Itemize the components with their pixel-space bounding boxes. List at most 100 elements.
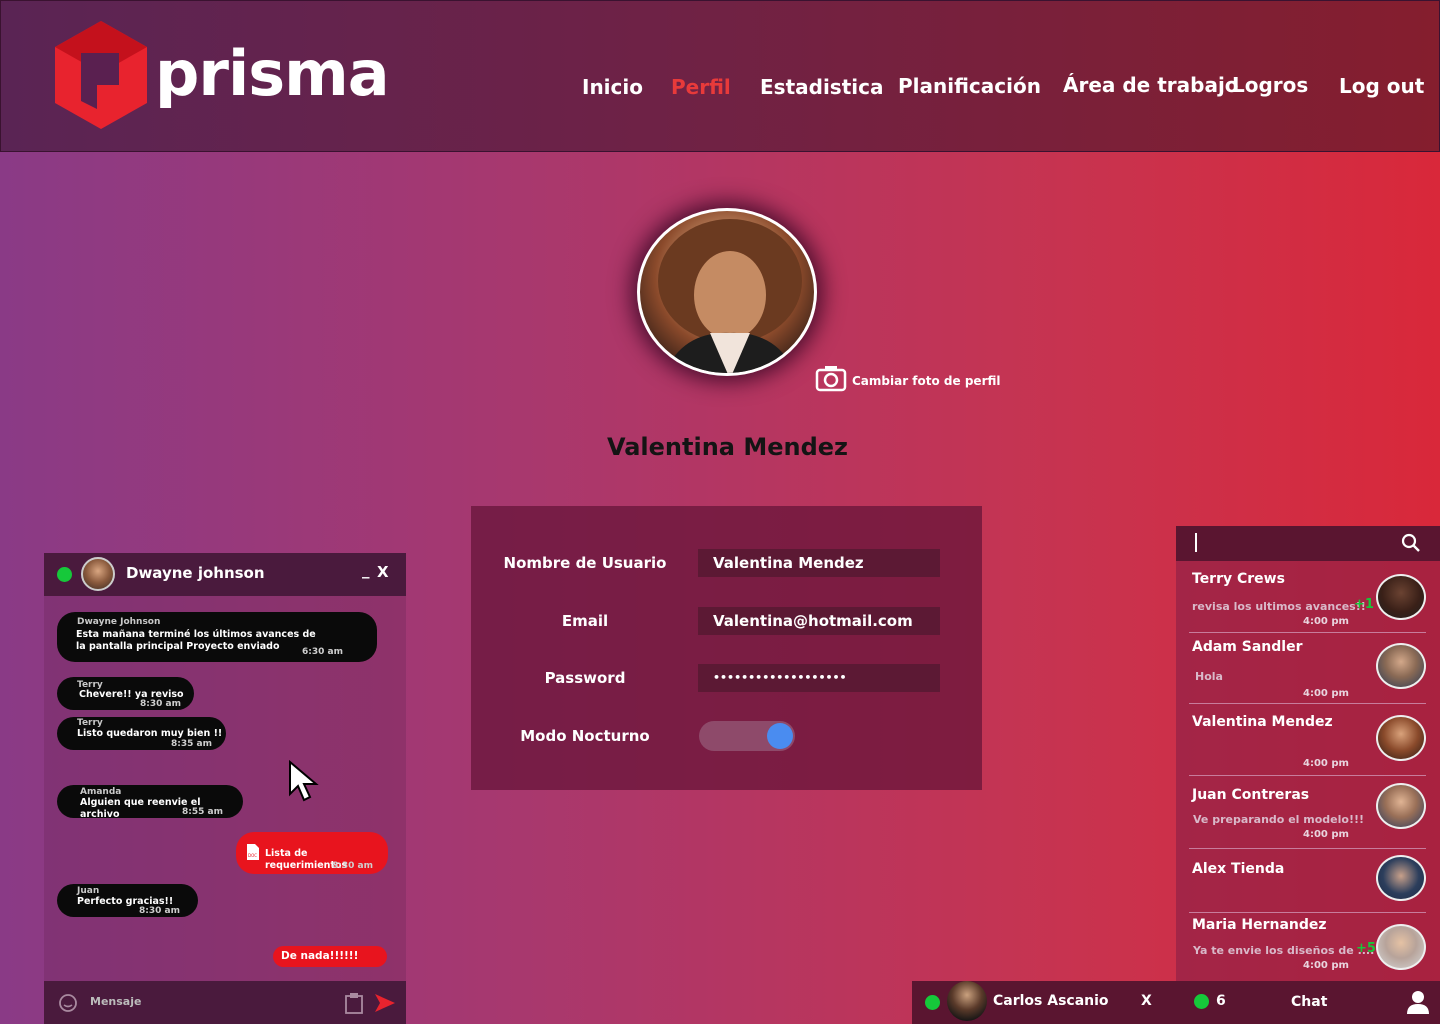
chat-contact-name: Dwayne johnson xyxy=(126,564,265,582)
message-time: 8:30 am xyxy=(332,861,373,871)
message-bubble: Terry Listo quedaron muy bien !! 8:35 am xyxy=(57,717,226,750)
nav-estadistica[interactable]: Estadistica xyxy=(760,75,883,105)
chat-contact-avatar xyxy=(81,557,115,591)
chat-tab-name: Carlos Ascanio xyxy=(993,993,1109,1009)
profile-avatar xyxy=(637,208,817,376)
contact-avatar xyxy=(1376,783,1426,829)
profile-name: Valentina Mendez xyxy=(606,433,849,461)
message-bubble: Terry Chevere!! ya reviso 8:30 am xyxy=(57,677,194,710)
nav-planificacion[interactable]: Planificación xyxy=(898,74,1041,104)
contact-time: 4:00 pm xyxy=(1303,960,1349,971)
prisma-logo-icon xyxy=(55,21,147,129)
close-chat-tab-button[interactable]: X xyxy=(1141,993,1152,1009)
nav-area-de-trabajo[interactable]: Área de trabajo xyxy=(1063,73,1239,103)
message-text: Esta mañana terminé los últimos avances … xyxy=(76,629,316,652)
message-sender: Juan xyxy=(77,886,100,896)
username-label: Nombre de Usuario xyxy=(503,554,667,572)
chat-status-bar[interactable]: 6 Chat xyxy=(1176,981,1440,1024)
message-input[interactable]: Mensaje xyxy=(90,995,141,1008)
open-chat-tab[interactable]: Carlos Ascanio X xyxy=(912,981,1176,1024)
contact-item[interactable]: Alex Tienda xyxy=(1176,849,1440,911)
online-status-icon xyxy=(57,567,72,582)
contact-search[interactable] xyxy=(1176,526,1440,561)
own-message-bubble[interactable]: DOC Lista de requerimientos 8:30 am xyxy=(236,832,388,874)
contact-item[interactable]: Juan Contreras Ve preparando el modelo!!… xyxy=(1176,776,1440,846)
chat-window: Dwayne johnson _ X Dwayne Johnson Esta m… xyxy=(44,553,406,1024)
text-caret xyxy=(1195,533,1197,552)
toggle-knob xyxy=(767,723,793,749)
contact-avatar xyxy=(1376,855,1426,901)
message-sender: Terry xyxy=(77,718,103,728)
message-time: 8:35 am xyxy=(171,739,212,749)
message-text: De nada!!!!!! xyxy=(281,950,359,962)
brand-name: prisma xyxy=(155,37,390,110)
message-bubble: Dwayne Johnson Esta mañana terminé los ú… xyxy=(57,612,377,662)
minimize-button[interactable]: _ xyxy=(362,561,370,579)
doc-file-icon: DOC xyxy=(247,844,259,860)
contact-last-message: Ve preparando el modelo!!! xyxy=(1193,813,1364,826)
contact-time: 4:00 pm xyxy=(1303,616,1349,627)
contact-item[interactable]: Adam Sandler Hola 4:00 pm xyxy=(1176,633,1440,705)
nav-inicio[interactable]: Inicio xyxy=(582,75,643,105)
contact-name: Adam Sandler xyxy=(1192,639,1303,655)
message-bubble: Amanda Alguien que reenvie el archivo 8:… xyxy=(57,785,243,820)
message-sender: Amanda xyxy=(80,787,122,797)
send-icon[interactable] xyxy=(374,993,396,1013)
contact-last-message: revisa los ultimos avances!! xyxy=(1192,600,1366,613)
message-time: 8:30 am xyxy=(139,906,180,916)
emoji-icon[interactable] xyxy=(58,993,78,1013)
contact-item[interactable]: Valentina Mendez 4:00 pm xyxy=(1176,704,1440,774)
chat-tab-avatar xyxy=(947,981,987,1021)
contact-name: Valentina Mendez xyxy=(1192,714,1333,730)
unread-count: +1 xyxy=(1354,597,1374,612)
password-field[interactable]: ••••••••••••••••••• xyxy=(698,664,940,692)
contact-avatar xyxy=(1376,643,1426,689)
contact-avatar xyxy=(1376,924,1426,970)
message-time: 8:55 am xyxy=(182,807,223,817)
online-status-icon xyxy=(925,995,940,1010)
nav-logout[interactable]: Log out xyxy=(1339,74,1424,104)
camera-icon[interactable] xyxy=(815,364,847,392)
search-icon[interactable] xyxy=(1401,533,1421,553)
contact-name: Maria Hernandez xyxy=(1192,917,1327,933)
night-mode-label: Modo Nocturno xyxy=(520,727,650,745)
password-label: Password xyxy=(544,669,626,687)
contact-item[interactable]: Terry Crews revisa los ultimos avances!!… xyxy=(1176,561,1440,631)
contact-avatar xyxy=(1376,715,1426,761)
chat-label: Chat xyxy=(1291,994,1328,1010)
message-time: 6:30 am xyxy=(302,647,343,657)
contact-time: 4:00 pm xyxy=(1303,829,1349,840)
nav-perfil[interactable]: Perfil xyxy=(671,75,731,105)
online-status-icon xyxy=(1194,994,1209,1009)
email-field[interactable]: Valentina@hotmail.com xyxy=(698,607,940,635)
nav-logros[interactable]: Logros xyxy=(1232,73,1308,103)
contact-last-message: Ya te envie los diseños de .... xyxy=(1193,944,1375,957)
mouse-pointer-icon xyxy=(289,760,319,802)
unread-count: +5 xyxy=(1356,941,1376,956)
svg-text:DOC: DOC xyxy=(248,853,257,858)
brand-logo[interactable]: prisma xyxy=(51,19,390,134)
contact-name: Terry Crews xyxy=(1192,571,1285,587)
profile-form: Nombre de Usuario Valentina Mendez Email… xyxy=(471,506,982,790)
message-bubble: Juan Perfecto gracias!! 8:30 am xyxy=(57,884,198,917)
user-icon[interactable] xyxy=(1406,989,1430,1015)
change-photo-link[interactable]: Cambiar foto de perfil xyxy=(852,374,1001,388)
profile-photo-icon xyxy=(658,219,802,373)
contact-avatar xyxy=(1376,574,1426,620)
contact-item[interactable]: Maria Hernandez Ya te envie los diseños … xyxy=(1176,913,1440,982)
message-composer: Mensaje xyxy=(44,981,406,1024)
online-count: 6 xyxy=(1216,993,1226,1009)
close-chat-button[interactable]: X xyxy=(377,563,389,581)
night-mode-toggle[interactable] xyxy=(699,721,795,751)
contact-list: Terry Crews revisa los ultimos avances!!… xyxy=(1176,526,1440,982)
contact-time: 4:00 pm xyxy=(1303,758,1349,769)
message-sender: Dwayne Johnson xyxy=(77,617,161,627)
chat-header: Dwayne johnson _ X xyxy=(44,553,406,596)
email-label: Email xyxy=(561,612,609,630)
contact-name: Alex Tienda xyxy=(1192,861,1285,877)
username-field[interactable]: Valentina Mendez xyxy=(698,549,940,577)
message-time: 8:30 am xyxy=(140,699,181,709)
clipboard-icon[interactable] xyxy=(344,992,364,1014)
contact-name: Juan Contreras xyxy=(1192,787,1310,803)
contact-last-message: Hola xyxy=(1195,670,1223,683)
